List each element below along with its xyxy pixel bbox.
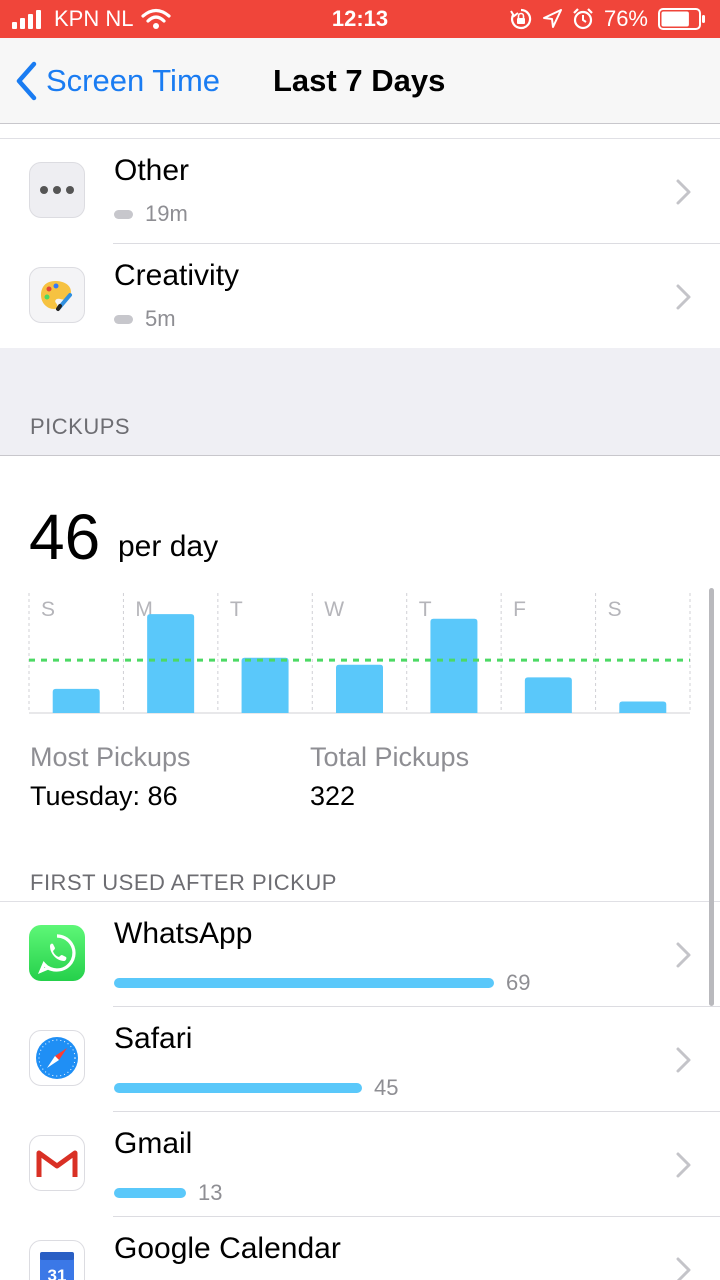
page-title: Last 7 Days xyxy=(273,63,446,98)
chevron-right-icon xyxy=(676,1257,691,1280)
most-pickups-label: Most Pickups xyxy=(30,742,191,772)
usage-mini-bar xyxy=(114,209,133,219)
app-row-gmail[interactable]: Gmail 13 xyxy=(0,1112,720,1217)
chevron-right-icon xyxy=(676,284,691,310)
back-button[interactable]: Screen Time xyxy=(14,60,220,102)
most-pickups-value: Tuesday: 86 xyxy=(30,781,178,811)
category-time: 19m xyxy=(145,201,188,226)
status-right: 76% xyxy=(510,0,706,38)
app-row-whatsapp[interactable]: WhatsApp 69 xyxy=(0,902,720,1007)
pickups-average-value: 46 xyxy=(29,501,101,573)
chart-bar xyxy=(336,664,383,713)
category-usage: 19m xyxy=(114,201,188,227)
chart-day-label: F xyxy=(513,598,526,621)
status-bar: KPN NL 12:13 76% xyxy=(0,0,720,38)
usage-count: 69 xyxy=(506,970,531,995)
category-row-creativity[interactable]: Creativity 5m xyxy=(0,244,720,349)
category-name: Other xyxy=(114,154,190,187)
first-used-app-list: WhatsApp 69 Safari 45 Gmail 13 31 Google… xyxy=(0,901,720,1280)
pickups-section-header: PICKUPS xyxy=(30,414,131,439)
rotation-lock-icon xyxy=(510,8,532,30)
category-time: 5m xyxy=(145,306,176,331)
app-row-google-calendar[interactable]: 31 Google Calendar xyxy=(0,1217,720,1280)
chart-day-label: S xyxy=(608,598,622,621)
total-pickups-label: Total Pickups xyxy=(310,742,470,772)
safari-icon xyxy=(29,1030,85,1086)
usage-count: 13 xyxy=(198,1180,223,1205)
category-usage: 5m xyxy=(114,306,176,332)
location-arrow-icon xyxy=(542,9,562,28)
usage-mini-bar xyxy=(114,314,133,324)
app-row-safari[interactable]: Safari 45 xyxy=(0,1007,720,1112)
app-usage: 13 xyxy=(114,1180,222,1206)
category-row-other[interactable]: Other 19m xyxy=(0,139,720,244)
chevron-right-icon xyxy=(676,179,691,205)
app-name: Gmail xyxy=(114,1127,193,1160)
scroll-indicator[interactable] xyxy=(709,588,714,1006)
gmail-icon xyxy=(29,1135,85,1191)
battery-icon xyxy=(658,8,705,30)
app-name: Safari xyxy=(114,1022,193,1055)
ellipsis-icon xyxy=(29,162,85,218)
category-list: Other 19m Creativity 5m xyxy=(0,138,720,349)
category-name: Creativity xyxy=(114,259,240,292)
battery-percent: 76% xyxy=(603,6,648,31)
back-button-label: Screen Time xyxy=(46,63,221,98)
whatsapp-icon xyxy=(29,925,85,981)
usage-bar xyxy=(114,1083,362,1093)
usage-bar xyxy=(114,1188,186,1198)
chart-bar xyxy=(147,614,195,713)
first-used-section-header: FIRST USED AFTER PICKUP xyxy=(30,870,337,895)
google-calendar-icon: 31 xyxy=(29,1240,85,1280)
chart-bar xyxy=(430,618,478,713)
pickups-bar-chart[interactable]: SMTWTFS xyxy=(0,585,720,720)
usage-count: 45 xyxy=(374,1075,399,1100)
chevron-left-icon xyxy=(16,61,37,101)
alarm-clock-icon xyxy=(573,8,593,30)
pickups-average-unit: per day xyxy=(118,530,219,563)
chevron-right-icon xyxy=(676,1047,691,1073)
chart-bar xyxy=(241,657,289,713)
chevron-right-icon xyxy=(676,942,691,968)
app-usage: 45 xyxy=(114,1075,398,1101)
chart-day-label: T xyxy=(230,598,243,621)
app-name: Google Calendar xyxy=(114,1232,341,1265)
chart-bar xyxy=(619,701,667,713)
calendar-day: 31 xyxy=(48,1266,67,1280)
usage-bar xyxy=(114,978,494,988)
chart-day-label: S xyxy=(41,598,55,621)
navigation-bar: Screen Time Last 7 Days xyxy=(0,38,720,124)
app-usage: 69 xyxy=(114,970,530,996)
chevron-right-icon xyxy=(676,1152,691,1178)
app-name: WhatsApp xyxy=(114,917,253,950)
chart-bar xyxy=(52,688,100,713)
palette-icon xyxy=(29,267,85,323)
chart-bar xyxy=(524,677,572,713)
chart-day-label: W xyxy=(324,598,344,621)
total-pickups-value: 322 xyxy=(310,781,356,811)
chart-day-label: T xyxy=(419,598,432,621)
